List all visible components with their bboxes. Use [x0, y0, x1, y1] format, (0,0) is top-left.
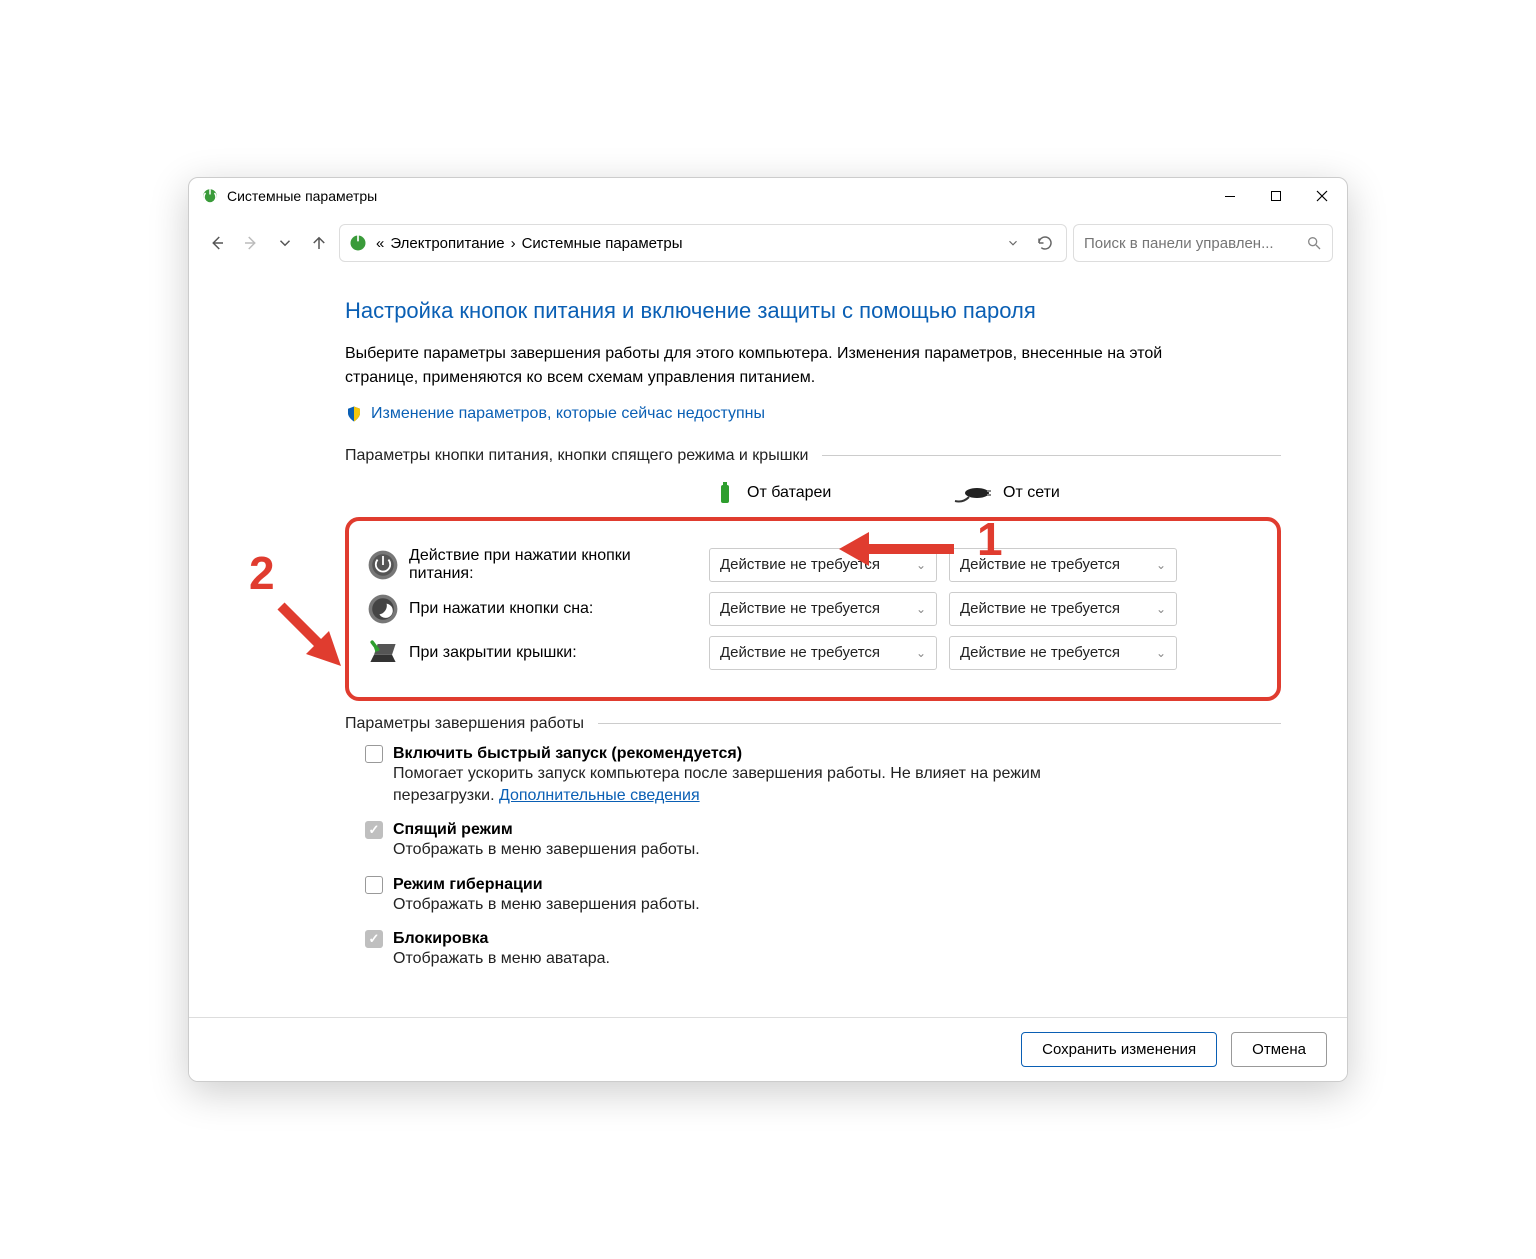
shutdown-options: Включить быстрый запуск (рекомендуется) …: [345, 745, 1281, 971]
laptop-lid-icon: [357, 635, 409, 671]
footer: Сохранить изменения Отмена: [189, 1017, 1347, 1081]
hibernate-option: Режим гибернации Отображать в меню завер…: [365, 876, 1281, 916]
lock-checkbox[interactable]: [365, 930, 383, 948]
chevron-down-icon: ⌄: [916, 646, 926, 660]
lid-close-ac-dropdown[interactable]: Действие не требуется⌄: [949, 636, 1177, 670]
annotation-number-2: 2: [249, 546, 275, 600]
shield-icon: [345, 405, 363, 423]
plug-icon: [953, 481, 993, 505]
hibernate-checkbox[interactable]: [365, 876, 383, 894]
lid-close-label: При закрытии крышки:: [409, 644, 709, 662]
sleep-title: Спящий режим: [393, 821, 513, 839]
close-button[interactable]: [1299, 178, 1345, 214]
sleep-button-icon: [357, 591, 409, 627]
address-bar[interactable]: « Электропитание › Системные параметры: [339, 224, 1067, 262]
lock-title: Блокировка: [393, 930, 488, 948]
unlock-link-text: Изменение параметров, которые сейчас нед…: [371, 405, 765, 423]
history-chevron[interactable]: [271, 229, 299, 257]
fastboot-checkbox[interactable]: [365, 745, 383, 763]
section-buttons-title: Параметры кнопки питания, кнопки спящего…: [345, 447, 1281, 465]
search-input[interactable]: [1073, 224, 1333, 262]
power-button-battery-dropdown[interactable]: Действие не требуется⌄: [709, 548, 937, 582]
sleep-button-row: При нажатии кнопки сна: Действие не треб…: [357, 591, 1265, 627]
sleep-button-battery-dropdown[interactable]: Действие не требуется⌄: [709, 592, 937, 626]
sleep-option: Спящий режим Отображать в меню завершени…: [365, 821, 1281, 861]
lid-close-battery-dropdown[interactable]: Действие не требуется⌄: [709, 636, 937, 670]
search-icon: [1306, 235, 1322, 251]
power-button-icon: [357, 547, 409, 583]
power-button-row: Действие при нажатии кнопки питания: Дей…: [357, 547, 1265, 583]
section-shutdown-title: Параметры завершения работы: [345, 715, 1281, 733]
cancel-button[interactable]: Отмена: [1231, 1032, 1327, 1067]
power-button-ac-dropdown[interactable]: Действие не требуется⌄: [949, 548, 1177, 582]
minimize-button[interactable]: [1207, 178, 1253, 214]
unlock-settings-link[interactable]: Изменение параметров, которые сейчас нед…: [345, 405, 1281, 423]
breadcrumb-separator: ›: [511, 235, 516, 252]
breadcrumb-item[interactable]: Электропитание: [390, 235, 504, 252]
maximize-button[interactable]: [1253, 178, 1299, 214]
chevron-down-icon: ⌄: [1156, 646, 1166, 660]
save-button[interactable]: Сохранить изменения: [1021, 1032, 1217, 1067]
breadcrumb: « Электропитание › Системные параметры: [376, 235, 994, 252]
breadcrumb-prefix: «: [376, 235, 384, 252]
intro-text: Выберите параметры завершения работы для…: [345, 342, 1165, 388]
ac-column-header: От сети: [953, 481, 1193, 505]
lock-desc: Отображать в меню аватара.: [393, 948, 1113, 970]
back-button[interactable]: [203, 229, 231, 257]
columns-header: От батареи От сети: [345, 477, 1281, 509]
lid-close-row: При закрытии крышки: Действие не требует…: [357, 635, 1265, 671]
up-button[interactable]: [305, 229, 333, 257]
fastboot-more-link[interactable]: Дополнительные сведения: [499, 787, 700, 804]
chevron-down-icon: ⌄: [916, 558, 926, 572]
power-plan-icon: [348, 233, 368, 253]
chevron-down-icon: ⌄: [916, 602, 926, 616]
chevron-down-icon[interactable]: [1002, 236, 1024, 250]
fastboot-option: Включить быстрый запуск (рекомендуется) …: [365, 745, 1281, 808]
content: Настройка кнопок питания и включение защ…: [189, 272, 1347, 1080]
window: Системные параметры «: [188, 177, 1348, 1081]
refresh-button[interactable]: [1032, 234, 1058, 252]
search-field[interactable]: [1084, 235, 1300, 252]
window-title: Системные параметры: [227, 188, 377, 204]
sleep-checkbox[interactable]: [365, 821, 383, 839]
battery-icon: [713, 477, 737, 509]
lock-option: Блокировка Отображать в меню аватара.: [365, 930, 1281, 970]
power-plan-icon: [201, 187, 219, 205]
breadcrumb-item[interactable]: Системные параметры: [522, 235, 683, 252]
fastboot-title: Включить быстрый запуск (рекомендуется): [393, 745, 742, 763]
highlighted-settings-box: Действие при нажатии кнопки питания: Дей…: [345, 517, 1281, 701]
titlebar: Системные параметры: [189, 178, 1347, 214]
hibernate-title: Режим гибернации: [393, 876, 543, 894]
chevron-down-icon: ⌄: [1156, 558, 1166, 572]
chevron-down-icon: ⌄: [1156, 602, 1166, 616]
forward-button[interactable]: [237, 229, 265, 257]
annotation-arrow-2: [271, 596, 351, 676]
page-title: Настройка кнопок питания и включение защ…: [345, 298, 1281, 324]
battery-column-header: От батареи: [713, 477, 953, 509]
fastboot-desc: Помогает ускорить запуск компьютера посл…: [393, 765, 1041, 804]
sleep-button-ac-dropdown[interactable]: Действие не требуется⌄: [949, 592, 1177, 626]
navbar: « Электропитание › Системные параметры: [189, 214, 1347, 272]
power-button-label: Действие при нажатии кнопки питания:: [409, 547, 709, 583]
sleep-desc: Отображать в меню завершения работы.: [393, 839, 1113, 861]
hibernate-desc: Отображать в меню завершения работы.: [393, 894, 1113, 916]
sleep-button-label: При нажатии кнопки сна:: [409, 600, 709, 618]
